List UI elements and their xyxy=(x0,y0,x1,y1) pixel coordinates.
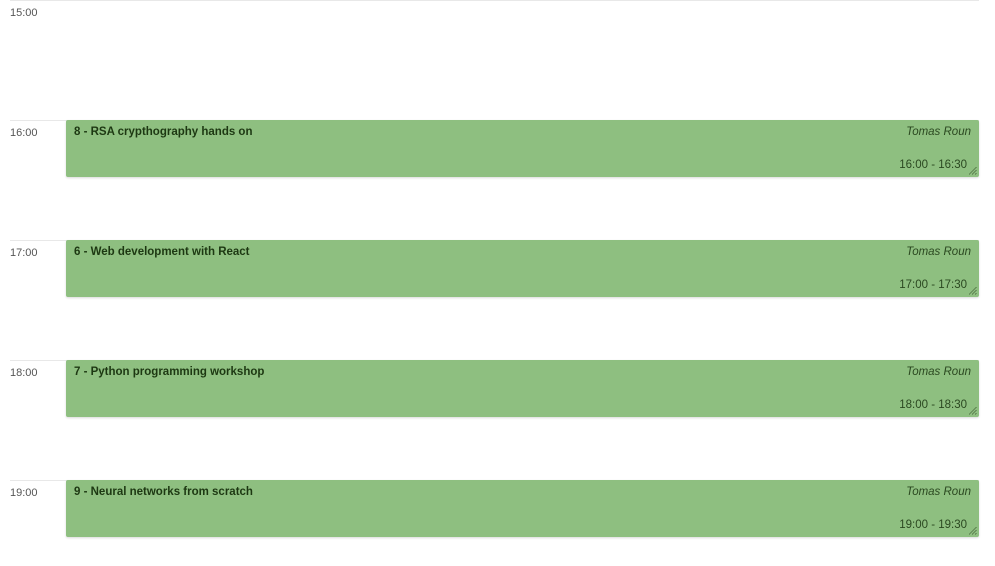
calendar-event[interactable]: 7 - Python programming workshop Tomas Ro… xyxy=(66,360,979,417)
resize-handle-icon[interactable] xyxy=(969,407,977,415)
event-header: 7 - Python programming workshop Tomas Ro… xyxy=(74,366,971,378)
event-header: 6 - Web development with React Tomas Rou… xyxy=(74,246,971,258)
resize-handle-icon[interactable] xyxy=(969,527,977,535)
events-layer: 8 - RSA crypthography hands on Tomas Rou… xyxy=(66,0,979,560)
hour-label: 15:00 xyxy=(10,7,38,19)
calendar-grid: 15:00 16:00 17:00 18:00 19:00 8 - RSA cr… xyxy=(10,0,979,560)
event-header: 9 - Neural networks from scratch Tomas R… xyxy=(74,486,971,498)
hour-label: 19:00 xyxy=(10,487,38,499)
event-presenter: Tomas Roun xyxy=(906,126,971,138)
event-time: 17:00 - 17:30 xyxy=(899,279,967,291)
resize-handle-icon[interactable] xyxy=(969,167,977,175)
calendar-event[interactable]: 6 - Web development with React Tomas Rou… xyxy=(66,240,979,297)
event-header: 8 - RSA crypthography hands on Tomas Rou… xyxy=(74,126,971,138)
calendar-event[interactable]: 8 - RSA crypthography hands on Tomas Rou… xyxy=(66,120,979,177)
resize-handle-icon[interactable] xyxy=(969,287,977,295)
calendar-event[interactable]: 9 - Neural networks from scratch Tomas R… xyxy=(66,480,979,537)
event-title: 9 - Neural networks from scratch xyxy=(74,486,253,498)
event-title: 6 - Web development with React xyxy=(74,246,250,258)
event-time: 16:00 - 16:30 xyxy=(899,159,967,171)
event-presenter: Tomas Roun xyxy=(906,366,971,378)
event-time: 19:00 - 19:30 xyxy=(899,519,967,531)
event-title: 7 - Python programming workshop xyxy=(74,366,264,378)
hour-label: 17:00 xyxy=(10,247,38,259)
hour-label: 16:00 xyxy=(10,127,38,139)
hour-label: 18:00 xyxy=(10,367,38,379)
event-presenter: Tomas Roun xyxy=(906,486,971,498)
event-title: 8 - RSA crypthography hands on xyxy=(74,126,252,138)
event-presenter: Tomas Roun xyxy=(906,246,971,258)
event-time: 18:00 - 18:30 xyxy=(899,399,967,411)
